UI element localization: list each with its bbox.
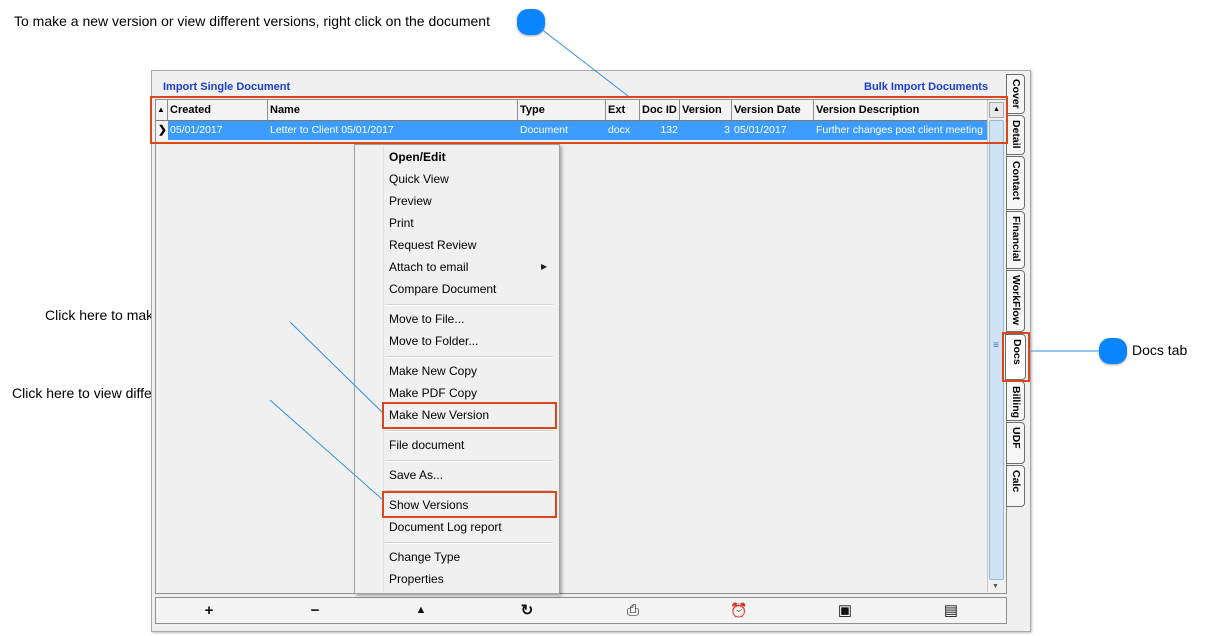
callout-connectors [269, 27, 1099, 501]
connector-new-version [289, 321, 383, 413]
connector-view-versions [269, 399, 384, 501]
connector-top [539, 27, 629, 97]
